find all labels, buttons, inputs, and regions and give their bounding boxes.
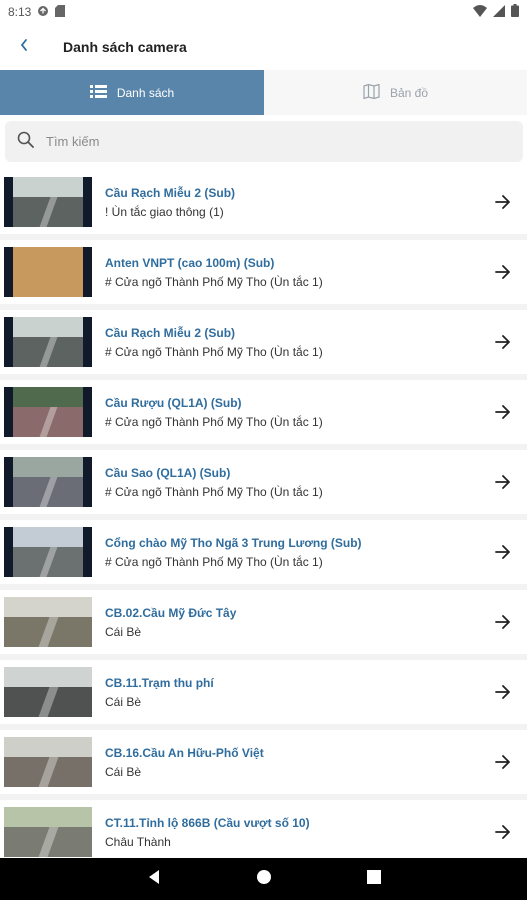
search-bar (0, 115, 527, 175)
arrow-right-icon[interactable] (483, 475, 523, 489)
nav-back-icon[interactable] (147, 869, 161, 890)
navigation-bar (0, 858, 527, 900)
arrow-right-icon[interactable] (483, 405, 523, 419)
arrow-right-icon[interactable] (483, 825, 523, 839)
camera-subtitle: # Cửa ngõ Thành Phố Mỹ Tho (Ùn tắc 1) (105, 344, 323, 359)
tab-list-label: Danh sách (116, 85, 175, 100)
arrow-right-icon[interactable] (483, 755, 523, 769)
list-icon (89, 84, 107, 101)
arrow-right-icon[interactable] (483, 615, 523, 629)
camera-list: Cầu Rạch Miễu 2 (Sub) ! Ùn tắc giao thôn… (0, 170, 527, 858)
camera-thumbnail (4, 667, 92, 717)
wifi-icon (473, 4, 487, 20)
status-time: 8:13 (8, 5, 32, 19)
battery-icon (511, 4, 519, 20)
arrow-right-icon[interactable] (483, 195, 523, 209)
sync-icon (37, 5, 49, 20)
page-title: Danh sách camera (63, 39, 187, 55)
chevron-left-icon (19, 38, 29, 57)
list-item[interactable]: CB.11.Trạm thu phí Cái Bè (0, 660, 527, 724)
camera-thumbnail (4, 737, 92, 787)
list-item[interactable]: Cổng chào Mỹ Tho Ngã 3 Trung Lương (Sub)… (0, 520, 527, 584)
camera-title: Cầu Sao (QL1A) (Sub) (105, 465, 231, 480)
camera-title: Cầu Rượu (QL1A) (Sub) (105, 395, 242, 410)
tab-list[interactable]: Danh sách (0, 70, 264, 115)
list-item[interactable]: Cầu Rạch Miễu 2 (Sub) ! Ùn tắc giao thôn… (0, 170, 527, 234)
arrow-right-icon[interactable] (483, 685, 523, 699)
camera-subtitle: Cái Bè (105, 694, 142, 709)
list-item[interactable]: Cầu Rạch Miễu 2 (Sub) # Cửa ngõ Thành Ph… (0, 310, 527, 374)
map-icon (363, 83, 380, 102)
camera-thumbnail (4, 807, 92, 857)
list-item[interactable]: CT.11.Tỉnh lộ 866B (Cầu vượt số 10) Châu… (0, 800, 527, 858)
camera-subtitle: ! Ùn tắc giao thông (1) (105, 204, 224, 219)
camera-title: Cầu Rạch Miễu 2 (Sub) (105, 325, 236, 340)
camera-title: Cầu Rạch Miễu 2 (Sub) (105, 185, 236, 200)
camera-thumbnail (4, 527, 92, 577)
tab-map-label: Bản đồ (389, 85, 429, 100)
list-item[interactable]: Cầu Sao (QL1A) (Sub) # Cửa ngõ Thành Phố… (0, 450, 527, 514)
search-input[interactable] (46, 134, 446, 149)
sd-card-icon (55, 4, 66, 20)
camera-title: CT.11.Tỉnh lộ 866B (Cầu vượt số 10) (105, 815, 310, 830)
camera-title: CB.02.Cầu Mỹ Đức Tây (105, 605, 237, 620)
list-item[interactable]: CB.02.Cầu Mỹ Đức Tây Cái Bè (0, 590, 527, 654)
tab-map[interactable]: Bản đồ (264, 70, 527, 115)
camera-subtitle: Cái Bè (105, 764, 142, 779)
list-item[interactable]: Cầu Rượu (QL1A) (Sub) # Cửa ngõ Thành Ph… (0, 380, 527, 444)
nav-recents-icon[interactable] (366, 869, 381, 889)
nav-home-icon[interactable] (256, 869, 272, 890)
camera-subtitle: # Cửa ngõ Thành Phố Mỹ Tho (Ùn tắc 1) (105, 484, 323, 499)
camera-thumbnail (4, 457, 92, 507)
camera-subtitle: # Cửa ngõ Thành Phố Mỹ Tho (Ùn tắc 1) (105, 554, 323, 569)
back-button[interactable] (0, 24, 48, 70)
camera-thumbnail (4, 317, 92, 367)
arrow-right-icon[interactable] (483, 265, 523, 279)
list-item[interactable]: Anten VNPT (cao 100m) (Sub) # Cửa ngõ Th… (0, 240, 527, 304)
list-item[interactable]: CB.16.Cầu An Hữu-Phố Việt Cái Bè (0, 730, 527, 794)
search-icon (17, 131, 34, 153)
camera-subtitle: # Cửa ngõ Thành Phố Mỹ Tho (Ùn tắc 1) (105, 414, 323, 429)
camera-title: Cổng chào Mỹ Tho Ngã 3 Trung Lương (Sub) (105, 535, 362, 550)
camera-thumbnail (4, 387, 92, 437)
view-tabs: Danh sách Bản đồ (0, 70, 527, 115)
status-bar: 8:13 (0, 0, 527, 24)
camera-title: CB.11.Trạm thu phí (105, 675, 214, 690)
camera-title: CB.16.Cầu An Hữu-Phố Việt (105, 745, 264, 760)
arrow-right-icon[interactable] (483, 335, 523, 349)
app-bar: Danh sách camera (0, 24, 527, 70)
camera-title: Anten VNPT (cao 100m) (Sub) (105, 255, 275, 270)
camera-thumbnail (4, 177, 92, 227)
camera-thumbnail (4, 247, 92, 297)
camera-thumbnail (4, 597, 92, 647)
camera-subtitle: Cái Bè (105, 624, 142, 639)
arrow-right-icon[interactable] (483, 545, 523, 559)
search-box[interactable] (5, 121, 523, 162)
camera-subtitle: # Cửa ngõ Thành Phố Mỹ Tho (Ùn tắc 1) (105, 274, 323, 289)
signal-icon (493, 4, 505, 20)
camera-subtitle: Châu Thành (105, 834, 171, 849)
